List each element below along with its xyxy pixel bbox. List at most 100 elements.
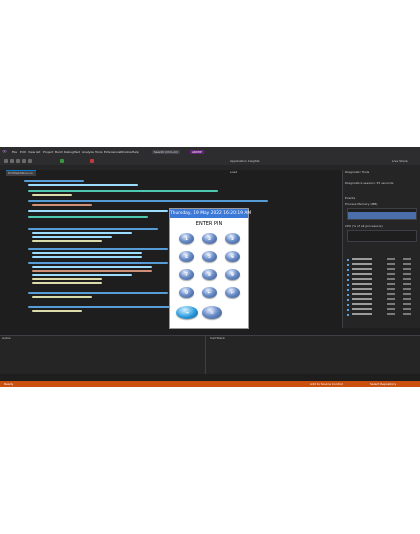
event-row[interactable] (347, 278, 417, 282)
visual-studio-logo-icon: ∞ (2, 148, 7, 155)
menu-tools[interactable]: Tools (95, 150, 102, 154)
call-stack-title: Call Stack (210, 336, 225, 340)
code-line (32, 274, 132, 276)
code-line (32, 256, 142, 258)
file-tab[interactable]: frmMainMenu.cs (6, 170, 36, 176)
event-row[interactable] (347, 313, 417, 317)
event-row[interactable] (347, 293, 417, 297)
search-box[interactable]: Search (Ctrl+Q) (152, 150, 180, 154)
code-line (32, 310, 82, 312)
stop-icon[interactable] (90, 159, 94, 163)
menu-bar: ∞ File Edit View Git Project Build Debug… (0, 147, 420, 157)
forward-icon[interactable] (10, 159, 14, 163)
code-line (32, 194, 72, 196)
play-icon[interactable] (60, 159, 64, 163)
menu-extensions[interactable]: Extensions (104, 150, 120, 154)
event-row[interactable] (347, 258, 417, 262)
code-line (28, 190, 218, 192)
exit-button-icon[interactable]: ⇥ (176, 306, 198, 319)
event-row[interactable] (347, 308, 417, 312)
pin-key-3[interactable]: 3 (225, 233, 240, 244)
diagnostics-title: Diagnostic Tools (345, 170, 370, 174)
event-row[interactable] (347, 273, 417, 277)
add-source-control-button[interactable]: Add to Source Control (310, 382, 343, 386)
pin-entry-form: Thursday, 19 May 2022 16:20:19 AM ENTER … (169, 208, 252, 329)
pin-key-enter-arrow[interactable]: ↵ (225, 287, 240, 298)
status-ready: Ready (4, 382, 14, 386)
undo-icon[interactable] (22, 159, 26, 163)
code-line (28, 292, 168, 294)
pin-key-5[interactable]: 5 (202, 251, 217, 262)
menu-debug[interactable]: Debug (64, 150, 74, 154)
code-line (28, 248, 168, 250)
event-row[interactable] (347, 263, 417, 267)
second-tab-label[interactable]: Load (230, 170, 237, 174)
code-line (32, 296, 92, 298)
menu-edit[interactable]: Edit (20, 150, 26, 154)
code-line (28, 210, 168, 212)
event-row[interactable] (347, 303, 417, 307)
code-line (32, 270, 152, 272)
memory-header[interactable]: Process Memory (MB) (345, 202, 377, 206)
code-line (32, 236, 112, 238)
events-header[interactable]: Events (345, 196, 355, 200)
pin-key-2[interactable]: 2 (202, 233, 217, 244)
cpu-graph (347, 230, 417, 242)
code-line (32, 252, 142, 254)
save-icon[interactable] (16, 159, 20, 163)
menu-file[interactable]: File (12, 150, 17, 154)
back-icon[interactable] (4, 159, 8, 163)
event-row[interactable] (347, 288, 417, 292)
pin-key-0[interactable]: 0 (179, 287, 194, 298)
event-row[interactable] (347, 298, 417, 302)
pin-key-8[interactable]: 8 (202, 269, 217, 280)
ide-window: ∞ File Edit View Git Project Build Debug… (0, 147, 420, 387)
event-row[interactable] (347, 283, 417, 287)
code-line (32, 266, 152, 268)
pin-key-1[interactable]: 1 (179, 233, 194, 244)
pin-key-4[interactable]: 4 (179, 251, 194, 262)
file-tab-label: frmMainMenu.cs (8, 171, 33, 175)
live-share-button[interactable]: Live Share (392, 159, 408, 163)
autos-pane: Autos Call Stack (0, 335, 420, 374)
form-title-bar: Thursday, 19 May 2022 16:20:19 AM (170, 209, 252, 218)
event-row[interactable] (347, 268, 417, 272)
status-bar: Ready Add to Source Control Select Repos… (0, 381, 420, 387)
code-line (28, 184, 138, 186)
menu-build[interactable]: Build (55, 150, 63, 154)
login-button-icon[interactable]: ☰ (202, 306, 222, 319)
pin-key-6[interactable]: 6 (225, 251, 240, 262)
pane-divider (205, 336, 206, 374)
pin-key-9[interactable]: 9 (225, 269, 240, 280)
code-editor[interactable]: frmMainMenu.cs Load (0, 170, 330, 328)
menu-help[interactable]: Help (132, 150, 139, 154)
code-line (28, 262, 168, 264)
menu-project[interactable]: Project (43, 150, 53, 154)
code-line (28, 306, 188, 308)
code-line (24, 180, 84, 182)
menu-test[interactable]: Test (74, 150, 80, 154)
code-line (28, 200, 268, 202)
menu-view[interactable]: View (28, 150, 35, 154)
run-target-label[interactable]: Application Insights (230, 159, 259, 163)
pin-key-7[interactable]: 7 (179, 269, 194, 280)
memory-graph-area (348, 212, 416, 219)
code-line (32, 204, 92, 206)
redo-icon[interactable] (28, 159, 32, 163)
autos-title: Autos (2, 336, 11, 340)
code-line (32, 282, 102, 284)
menu-window[interactable]: Window (120, 150, 132, 154)
menu-analyze[interactable]: Analyze (82, 150, 94, 154)
menu-git[interactable]: Git (36, 150, 40, 154)
code-line (32, 240, 102, 242)
select-repository-button[interactable]: Select Repository (370, 382, 396, 386)
code-line (32, 278, 102, 280)
cpu-header[interactable]: CPU (% of all processors) (345, 224, 383, 228)
code-line (28, 228, 158, 230)
code-line (28, 216, 148, 218)
pin-key-backspace[interactable]: ← (202, 287, 217, 298)
diagnostic-tools-panel: Diagnostic Tools Diagnostics session: 35… (342, 170, 420, 328)
memory-graph (347, 208, 417, 220)
diagnostics-session: Diagnostics session: 35 seconds (345, 181, 394, 185)
app-badge: ADMIP (190, 150, 204, 154)
